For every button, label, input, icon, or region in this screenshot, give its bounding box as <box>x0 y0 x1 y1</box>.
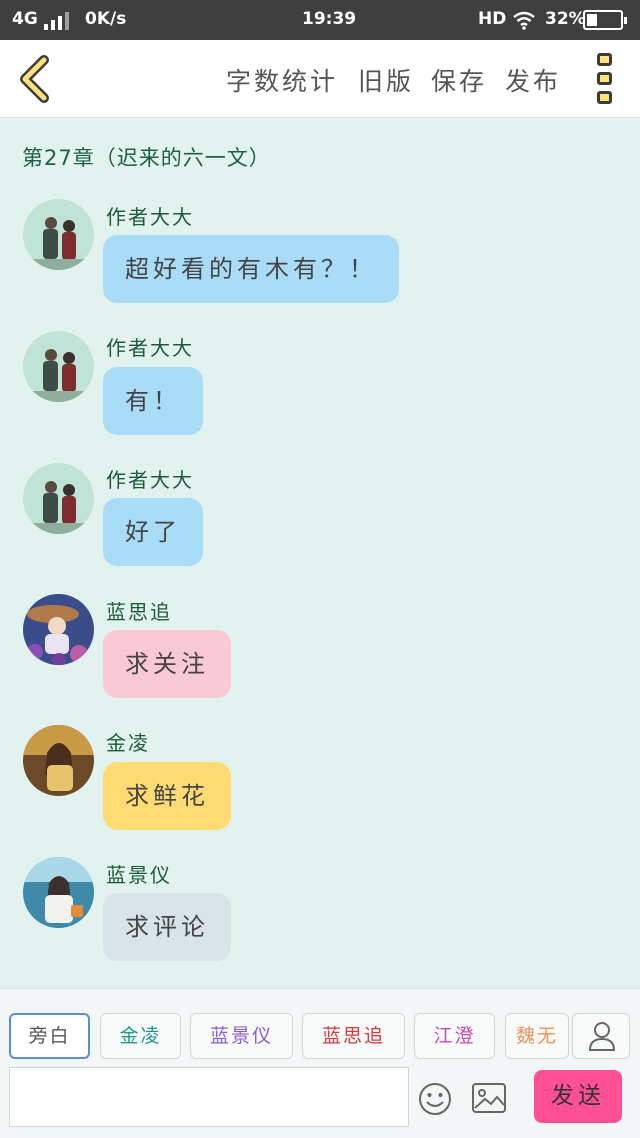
sender-name: 作者大大 <box>106 468 194 492</box>
sender-name: 金凌 <box>106 731 150 755</box>
chapter-title: 第27章（迟来的六一文） <box>22 146 271 170</box>
image-icon[interactable] <box>471 1082 507 1114</box>
wifi-icon <box>513 11 535 30</box>
role-tab-narrator[interactable]: 旁白 <box>9 1013 90 1059</box>
role-tab-lansizhui[interactable]: 蓝思追 <box>302 1013 405 1059</box>
message-bubble[interactable]: 超好看的有木有？！ <box>103 235 399 303</box>
status-bar: 4G 0K/s 19:39 HD 32% <box>0 0 640 40</box>
role-tab-weiwu[interactable]: 魏无 <box>505 1013 569 1059</box>
battery-icon <box>583 10 627 30</box>
message-bubble[interactable]: 求评论 <box>103 893 231 961</box>
clock: 19:39 <box>302 9 357 29</box>
hd-indicator: HD <box>478 9 507 29</box>
editor-toolbar: 字数统计 旧版 保存 发布 <box>0 40 640 118</box>
sender-name: 作者大大 <box>106 336 194 360</box>
avatar[interactable] <box>23 463 94 534</box>
publish-button[interactable]: 发布 <box>505 62 561 98</box>
message-bubble[interactable]: 有！ <box>103 367 203 435</box>
add-role-button[interactable] <box>572 1013 630 1059</box>
message-input[interactable] <box>9 1067 409 1127</box>
battery-percent: 32% <box>545 9 586 29</box>
role-tab-lanjingyi[interactable]: 蓝景仪 <box>190 1013 293 1059</box>
avatar[interactable] <box>23 594 94 665</box>
network-speed: 0K/s <box>85 9 127 29</box>
avatar[interactable] <box>23 857 94 928</box>
sender-name: 蓝景仪 <box>106 863 172 887</box>
user-icon <box>588 1022 616 1051</box>
more-vertical-icon[interactable] <box>594 53 616 105</box>
role-tab-jinling[interactable]: 金凌 <box>100 1013 181 1059</box>
network-type: 4G <box>12 9 38 29</box>
send-button[interactable]: 发送 <box>534 1070 622 1123</box>
avatar[interactable] <box>23 331 94 402</box>
smiley-icon[interactable] <box>418 1082 452 1116</box>
word-count-button[interactable]: 字数统计 <box>226 62 338 98</box>
old-version-button[interactable]: 旧版 <box>358 62 414 98</box>
signal-icon <box>44 12 74 30</box>
sender-name: 蓝思追 <box>106 600 172 624</box>
message-bubble[interactable]: 求关注 <box>103 630 231 698</box>
save-button[interactable]: 保存 <box>431 62 487 98</box>
avatar[interactable] <box>23 725 94 796</box>
message-bubble[interactable]: 好了 <box>103 498 203 566</box>
message-bubble[interactable]: 求鲜花 <box>103 762 231 830</box>
avatar[interactable] <box>23 199 94 270</box>
role-tab-jiangcheng[interactable]: 江澄 <box>414 1013 495 1059</box>
sender-name: 作者大大 <box>106 205 194 229</box>
chevron-left-icon[interactable] <box>14 54 54 104</box>
